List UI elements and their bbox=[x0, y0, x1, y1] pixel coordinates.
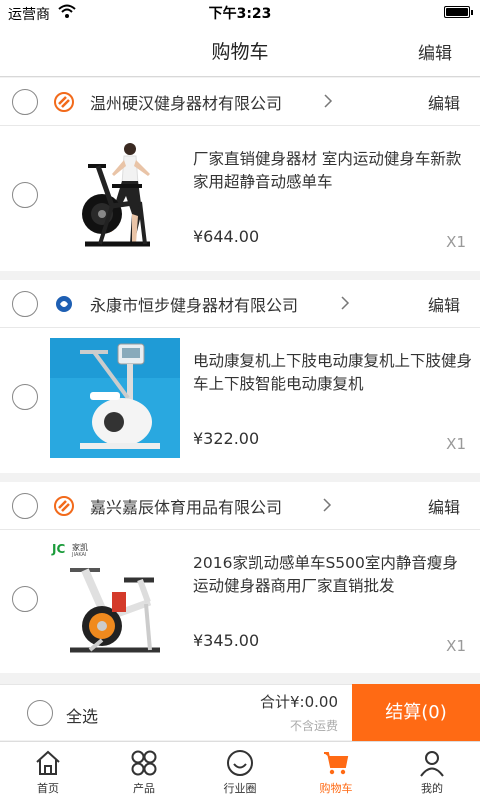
item-select-radio[interactable] bbox=[12, 586, 38, 612]
battery-tip bbox=[471, 10, 473, 15]
product-image[interactable] bbox=[50, 136, 180, 256]
shop-name[interactable]: 嘉兴嘉辰体育用品有限公司 bbox=[90, 494, 282, 518]
checkout-bar: 全选 合计¥:0.00 不含运费 结算(0) bbox=[0, 684, 480, 741]
chevron-right-icon[interactable] bbox=[321, 494, 333, 516]
tab-label: 首页 bbox=[37, 782, 59, 795]
edit-button[interactable]: 编辑 bbox=[418, 39, 452, 64]
shop-card: 嘉兴嘉辰体育用品有限公司 编辑 JC 家凯 JIAKAI 2016家凯动感单车S… bbox=[0, 482, 480, 673]
shop-header[interactable]: 永康市恒步健身器材有限公司 编辑 bbox=[0, 280, 480, 328]
grid-icon bbox=[131, 750, 157, 776]
brand-logo-en: JIAKAI bbox=[71, 552, 86, 558]
tab-label: 行业圈 bbox=[223, 782, 257, 795]
page-title: 购物车 bbox=[211, 41, 269, 63]
tab-label: 我的 bbox=[421, 782, 443, 795]
shop-header[interactable]: 嘉兴嘉辰体育用品有限公司 编辑 bbox=[0, 482, 480, 530]
item-quantity: X1 bbox=[446, 435, 466, 453]
brand-logo-text: JC bbox=[51, 542, 65, 556]
item-title[interactable]: 电动康复机上下肢电动康复机上下肢健身车上下肢智能电动康复机 bbox=[193, 350, 473, 396]
shop-card: 永康市恒步健身器材有限公司 编辑 电动康复机上下肢电动康复机上下肢健身车上下肢智… bbox=[0, 280, 480, 473]
product-image[interactable]: JC 家凯 JIAKAI bbox=[50, 540, 180, 660]
item-price: ¥345.00 bbox=[193, 631, 260, 650]
tab-industry-circle[interactable]: 行业圈 bbox=[192, 742, 288, 800]
clock: 下午3:23 bbox=[208, 6, 272, 22]
cart-item[interactable]: 电动康复机上下肢电动康复机上下肢健身车上下肢智能电动康复机 ¥322.00 X1 bbox=[0, 328, 480, 473]
shop-name[interactable]: 永康市恒步健身器材有限公司 bbox=[90, 292, 298, 316]
shop-edit-button[interactable]: 编辑 bbox=[428, 292, 460, 316]
shipping-note: 不含运费 bbox=[289, 719, 338, 733]
shop-logo-icon bbox=[54, 92, 74, 112]
tab-label: 产品 bbox=[133, 782, 155, 795]
shop-edit-button[interactable]: 编辑 bbox=[428, 494, 460, 518]
tab-cart[interactable]: 购物车 bbox=[288, 742, 384, 800]
person-icon bbox=[420, 751, 444, 777]
home-icon bbox=[36, 750, 60, 775]
tab-label: 购物车 bbox=[319, 782, 353, 795]
chevron-right-icon[interactable] bbox=[339, 292, 351, 314]
item-title[interactable]: 厂家直销健身器材 室内运动健身车新款家用超静音动感单车 bbox=[193, 148, 473, 194]
item-quantity: X1 bbox=[446, 233, 466, 251]
item-title[interactable]: 2016家凯动感单车S500室内静音瘦身运动健身器商用厂家直销批发 bbox=[193, 552, 473, 598]
status-bar: 运营商 下午3:23 bbox=[0, 0, 480, 24]
product-image[interactable] bbox=[50, 338, 180, 458]
shop-card: 温州硬汉健身器材有限公司 编辑 厂家直销健身器材 室内运动健身车新款家用超静音动… bbox=[0, 78, 480, 271]
cart-item[interactable]: 厂家直销健身器材 室内运动健身车新款家用超静音动感单车 ¥644.00 X1 bbox=[0, 126, 480, 271]
item-select-radio[interactable] bbox=[12, 384, 38, 410]
checkout-button[interactable]: 结算(0) bbox=[352, 684, 480, 741]
item-price: ¥644.00 bbox=[193, 227, 260, 246]
select-all-label[interactable]: 全选 bbox=[66, 703, 98, 727]
tab-bar: 首页 产品 行业圈 购物车 我的 bbox=[0, 741, 480, 800]
select-all-radio[interactable] bbox=[27, 700, 53, 726]
shop-name[interactable]: 温州硬汉健身器材有限公司 bbox=[90, 90, 282, 114]
item-select-radio[interactable] bbox=[12, 182, 38, 208]
cart-item[interactable]: JC 家凯 JIAKAI 2016家凯动感单车S500室内静音瘦身运动健身器商用… bbox=[0, 530, 480, 673]
tab-me[interactable]: 我的 bbox=[384, 742, 480, 800]
item-price: ¥322.00 bbox=[193, 429, 260, 448]
battery-icon bbox=[444, 6, 470, 18]
shop-select-radio[interactable] bbox=[12, 291, 38, 317]
nav-bar: 购物车 编辑 bbox=[0, 24, 480, 77]
smile-icon bbox=[227, 750, 253, 776]
cart-list[interactable]: 温州硬汉健身器材有限公司 编辑 厂家直销健身器材 室内运动健身车新款家用超静音动… bbox=[0, 78, 480, 673]
shop-header[interactable]: 温州硬汉健身器材有限公司 编辑 bbox=[0, 78, 480, 126]
shop-select-radio[interactable] bbox=[12, 89, 38, 115]
brand-logo-cn: 家凯 bbox=[72, 542, 88, 552]
cart-icon bbox=[324, 752, 349, 775]
shop-logo-icon bbox=[54, 496, 74, 516]
chevron-right-icon[interactable] bbox=[322, 90, 334, 112]
shop-edit-button[interactable]: 编辑 bbox=[428, 90, 460, 114]
tab-home[interactable]: 首页 bbox=[0, 742, 96, 800]
item-quantity: X1 bbox=[446, 637, 466, 655]
tab-products[interactable]: 产品 bbox=[96, 742, 192, 800]
total-amount: 合计¥:0.00 bbox=[260, 693, 338, 711]
shop-logo-icon bbox=[56, 296, 72, 312]
shop-select-radio[interactable] bbox=[12, 493, 38, 519]
